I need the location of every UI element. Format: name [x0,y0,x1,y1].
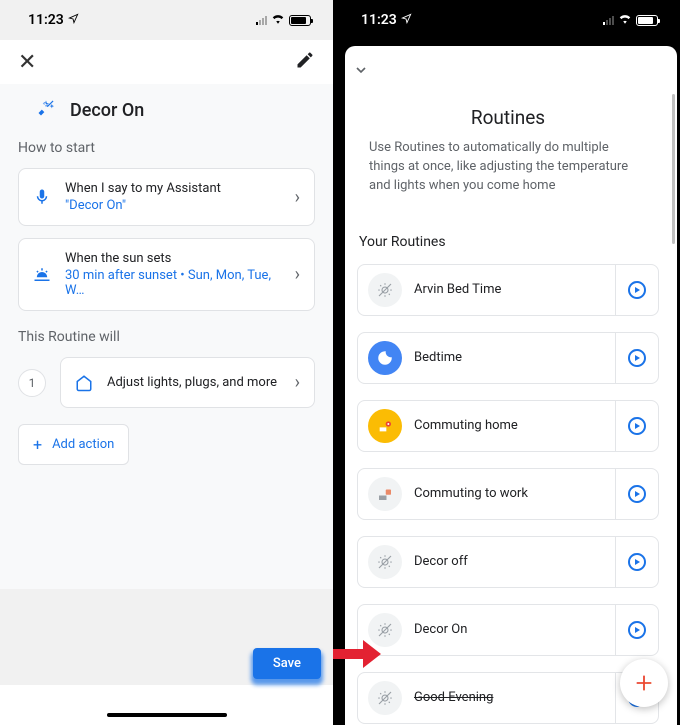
routine-item-bedtime[interactable]: Bedtime [357,332,659,384]
play-icon [628,349,646,367]
play-button[interactable] [616,485,658,503]
play-icon [628,417,646,435]
routine-name: Decor off [414,554,615,569]
wifi-icon [618,13,632,28]
your-routines-label: Your Routines [357,234,659,250]
chevron-right-icon: › [295,187,300,208]
routine-name: Bedtime [414,350,615,365]
location-icon [401,12,412,28]
chevron-right-icon: › [295,372,300,393]
add-routine-fab[interactable] [620,659,668,707]
routine-item-commuting-work[interactable]: Commuting to work [357,468,659,520]
moon-icon [368,341,402,375]
play-button[interactable] [616,417,658,435]
routine-name: Decor On [414,622,615,637]
routine-item-good-evening[interactable]: Good Evening [357,672,659,724]
sunset-trigger-subtitle: 30 min after sunset • Sun, Mon, Tue, W… [65,268,281,298]
routine-name: Good Evening [414,690,615,705]
routine-icon [368,613,402,647]
action-card[interactable]: Adjust lights, plugs, and more › [60,357,315,408]
battery-icon [289,15,311,26]
play-button[interactable] [616,349,658,367]
mic-icon [33,188,51,206]
save-button[interactable]: Save [253,648,321,679]
status-bar: 11:23 [0,0,333,40]
chevron-right-icon: › [295,264,300,285]
play-icon [628,621,646,639]
how-to-start-label: How to start [18,140,315,156]
add-action-label: Add action [52,437,114,452]
chevron-down-icon[interactable] [353,62,369,82]
play-icon [628,553,646,571]
page-title: Routines [345,90,671,139]
routine-item-decor-on[interactable]: Decor On [357,604,659,656]
battery-icon [636,15,658,26]
page-description: Use Routines to automatically do multipl… [345,139,671,196]
status-bar: 11:23 [333,0,680,40]
action-label: Adjust lights, plugs, and more [107,375,281,390]
home-indicator[interactable] [107,713,227,717]
play-button[interactable] [616,553,658,571]
wand-icon [36,98,56,122]
cellular-icon [256,15,267,25]
routine-icon [368,273,402,307]
play-icon [628,485,646,503]
sunset-icon [33,266,51,284]
commute-work-icon [368,477,402,511]
routine-name: Commuting home [414,418,615,433]
voice-trigger-title: When I say to my Assistant [65,181,281,196]
play-button[interactable] [616,281,658,299]
wifi-icon [271,13,285,28]
routine-will-label: This Routine will [18,329,315,345]
routine-icon [368,545,402,579]
clock-text: 11:23 [361,12,397,28]
routine-name: Arvin Bed Time [414,282,615,297]
edit-icon[interactable] [295,50,315,74]
sunset-trigger-card[interactable]: When the sun sets 30 min after sunset • … [18,238,315,311]
cellular-icon [603,15,614,25]
routine-item-decor-off[interactable]: Decor off [357,536,659,588]
routine-title: Decor On [70,100,144,121]
home-icon [75,374,93,392]
voice-trigger-card[interactable]: When I say to my Assistant "Decor On" › [18,168,315,226]
routine-name: Commuting to work [414,486,615,501]
step-number: 1 [18,369,46,397]
routine-icon [368,681,402,715]
sunset-trigger-title: When the sun sets [65,251,281,266]
clock-text: 11:23 [28,12,64,28]
scrollbar[interactable] [672,94,675,244]
commute-home-icon [368,409,402,443]
plus-icon: + [33,435,42,454]
voice-trigger-subtitle: "Decor On" [65,198,281,213]
plus-icon [633,672,655,694]
location-icon [68,12,79,28]
play-button[interactable] [616,621,658,639]
close-icon[interactable]: ✕ [18,50,36,75]
routine-item-arvin-bed-time[interactable]: Arvin Bed Time [357,264,659,316]
add-action-button[interactable]: + Add action [18,424,129,465]
play-icon [628,281,646,299]
routine-item-commuting-home[interactable]: Commuting home [357,400,659,452]
routines-list-screen: 11:23 Routines Use Routines to automatic [333,0,680,725]
routine-edit-screen: 11:23 ✕ Decor On How to star [0,0,333,725]
